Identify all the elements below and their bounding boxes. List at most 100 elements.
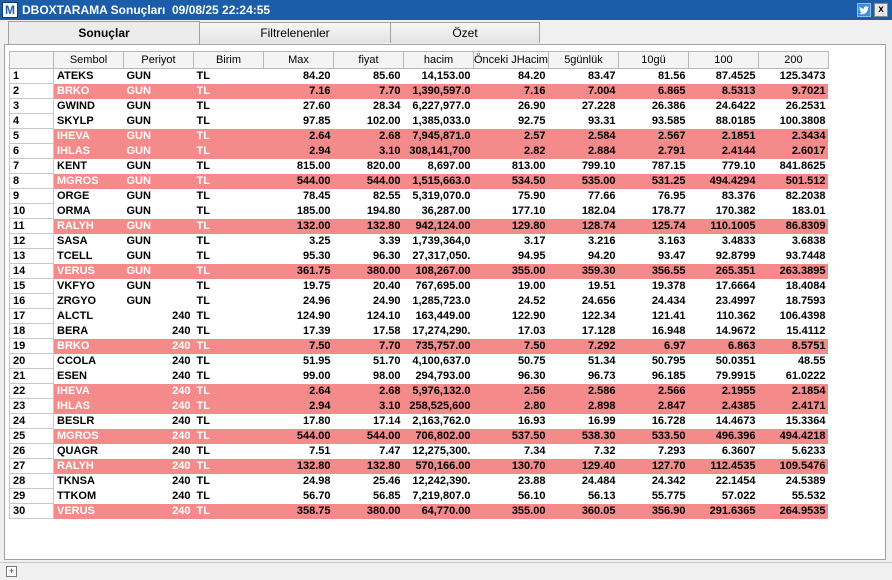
avg5-cell: 538.30 xyxy=(548,428,619,444)
volume-cell: 1,390,597.0 xyxy=(403,83,474,99)
column-header-fiyat[interactable]: fiyat xyxy=(333,51,404,69)
twitter-icon[interactable] xyxy=(857,3,871,17)
table-row[interactable]: 17 ALCTL 240 TL 124.90 124.10 163,449.00 122.90… xyxy=(9,308,829,324)
table-row[interactable]: 6 IHLAS GUN TL 2.94 3.10 308,141,700 2.82 2.884 2… xyxy=(9,143,829,159)
column-header-sembol[interactable]: Sembol xyxy=(53,51,124,69)
symbol-cell: MGROS xyxy=(53,428,124,444)
avg200-cell: 2.3434 xyxy=(758,128,829,144)
avg5-cell: 24.656 xyxy=(548,293,619,309)
table-row[interactable]: 14 VERUS GUN TL 361.75 380.00 108,267.00 355.00… xyxy=(9,263,829,279)
table-row[interactable]: 30 VERUS 240 TL 358.75 380.00 64,770.00 355.00 3… xyxy=(9,503,829,519)
max-cell: 815.00 xyxy=(263,158,334,174)
table-row[interactable]: 2 BRKO GUN TL 7.16 7.70 1,390,597.0 7.16 7.004 6.… xyxy=(9,83,829,99)
close-button[interactable]: x xyxy=(874,3,888,17)
tab-filtrelenenler[interactable]: Filtrelenenler xyxy=(199,22,391,43)
table-row[interactable]: 21 ESEN 240 TL 99.00 98.00 294,793.00 96.30 96.7… xyxy=(9,368,829,384)
table-row[interactable]: 15 VKFYO GUN TL 19.75 20.40 767,695.00 19.00 19.… xyxy=(9,278,829,294)
table-row[interactable]: 28 TKNSA 240 TL 24.98 25.46 12,242,390. 23.88 24… xyxy=(9,473,829,489)
column-header-200[interactable]: 200 xyxy=(757,51,829,69)
avg200-cell: 3.6838 xyxy=(758,233,829,249)
prev-volume-cell: 2.80 xyxy=(473,398,549,414)
table-row[interactable]: 13 TCELL GUN TL 95.30 96.30 27,317,050. 94.95 94… xyxy=(9,248,829,264)
symbol-cell: BRKO xyxy=(53,338,124,354)
avg5-cell: 799.10 xyxy=(548,158,619,174)
table-row[interactable]: 12 SASA GUN TL 3.25 3.39 1,739,364,0 3.17 3.216 3… xyxy=(9,233,829,249)
avg5-cell: 77.66 xyxy=(548,188,619,204)
unit-cell: TL xyxy=(193,443,264,459)
avg10-cell: 7.293 xyxy=(618,443,689,459)
column-header-birim[interactable]: Birim xyxy=(193,51,264,69)
expand-icon[interactable]: + xyxy=(6,566,17,577)
row-index: 25 xyxy=(9,428,54,444)
avg5-cell: 17.128 xyxy=(548,323,619,339)
table-row[interactable]: 18 BERA 240 TL 17.39 17.58 17,274,290. 17.03 17.… xyxy=(9,323,829,339)
table-row[interactable]: 22 IHEVA 240 TL 2.64 2.68 5,976,132.0 2.56 2.586… xyxy=(9,383,829,399)
row-index: 24 xyxy=(9,413,54,429)
table-row[interactable]: 4 SKYLP GUN TL 97.85 102.00 1,385,033.0 92.75 93… xyxy=(9,113,829,129)
unit-cell: TL xyxy=(193,173,264,189)
avg5-cell: 16.99 xyxy=(548,413,619,429)
column-header-5gunluk[interactable]: 5günlük xyxy=(547,51,619,69)
prev-volume-cell: 92.75 xyxy=(473,113,549,129)
table-row[interactable]: 3 GWIND GUN TL 27.60 28.34 6,227,977.0 26.90 27.… xyxy=(9,98,829,114)
table-row[interactable]: 1 ATEKS GUN TL 84.20 85.60 14,153.00 84.20 83.47… xyxy=(9,68,829,84)
column-header-onceki-hacim[interactable]: Önceki JHacim xyxy=(473,51,549,69)
max-cell: 2.94 xyxy=(263,398,334,414)
table-row[interactable]: 10 ORMA GUN TL 185.00 194.80 36,287.00 177.10 18… xyxy=(9,203,829,219)
table-row[interactable]: 25 MGROS 240 TL 544.00 544.00 706,802.00 537.50… xyxy=(9,428,829,444)
table-row[interactable]: 19 BRKO 240 TL 7.50 7.70 735,757.00 7.50 7.292 6.… xyxy=(9,338,829,354)
row-index: 17 xyxy=(9,308,54,324)
symbol-cell: ALCTL xyxy=(53,308,124,324)
unit-cell: TL xyxy=(193,338,264,354)
table-row[interactable]: 8 MGROS GUN TL 544.00 544.00 1,515,663.0 534.50… xyxy=(9,173,829,189)
period-cell: 240 xyxy=(123,353,194,369)
table-row[interactable]: 5 IHEVA GUN TL 2.64 2.68 7,945,871.0 2.57 2.584 2… xyxy=(9,128,829,144)
symbol-cell: IHEVA xyxy=(53,128,124,144)
max-cell: 132.80 xyxy=(263,458,334,474)
table-row[interactable]: 23 IHLAS 240 TL 2.94 3.10 258,525,600 2.80 2.898… xyxy=(9,398,829,414)
table-row[interactable]: 20 CCOLA 240 TL 51.95 51.70 4,100,637.0 50.75 51… xyxy=(9,353,829,369)
prev-volume-cell: 813.00 xyxy=(473,158,549,174)
max-cell: 99.00 xyxy=(263,368,334,384)
max-cell: 2.64 xyxy=(263,383,334,399)
avg10-cell: 2.567 xyxy=(618,128,689,144)
prev-volume-cell: 56.10 xyxy=(473,488,549,504)
column-header-hacim[interactable]: hacim xyxy=(403,51,474,69)
table-row[interactable]: 9 ORGE GUN TL 78.45 82.55 5,319,070.0 75.90 77.6… xyxy=(9,188,829,204)
table-row[interactable]: 11 RALYH GUN TL 132.00 132.80 942,124.00 129.80… xyxy=(9,218,829,234)
table-row[interactable]: 26 QUAGR 240 TL 7.51 7.47 12,275,300. 7.34 7.32 7… xyxy=(9,443,829,459)
unit-cell: TL xyxy=(193,263,264,279)
row-index: 3 xyxy=(9,98,54,114)
avg100-cell: 2.1851 xyxy=(688,128,759,144)
avg200-cell: 24.5389 xyxy=(758,473,829,489)
avg100-cell: 265.351 xyxy=(688,263,759,279)
volume-cell: 1,385,033.0 xyxy=(403,113,474,129)
avg10-cell: 6.97 xyxy=(618,338,689,354)
table-row[interactable]: 29 TTKOM 240 TL 56.70 56.85 7,219,807.0 56.10 56… xyxy=(9,488,829,504)
column-header-100[interactable]: 100 xyxy=(687,51,759,69)
table-row[interactable]: 27 RALYH 240 TL 132.80 132.80 570,166.00 130.70… xyxy=(9,458,829,474)
table-row[interactable]: 7 KENT GUN TL 815.00 820.00 8,697.00 813.00 799.… xyxy=(9,158,829,174)
tab-ozet[interactable]: Özet xyxy=(390,22,540,43)
tab-sonuclar[interactable]: Sonuçlar xyxy=(8,21,200,44)
column-header-10gu[interactable]: 10gü xyxy=(617,51,689,69)
symbol-cell: ATEKS xyxy=(53,68,124,84)
table-row[interactable]: 24 BESLR 240 TL 17.80 17.14 2,163,762.0 16.93 16… xyxy=(9,413,829,429)
table-row[interactable]: 16 ZRGYO GUN TL 24.96 24.90 1,285,723.0 24.52 24… xyxy=(9,293,829,309)
volume-cell: 4,100,637.0 xyxy=(403,353,474,369)
column-header-index[interactable] xyxy=(9,51,54,69)
volume-cell: 294,793.00 xyxy=(403,368,474,384)
avg200-cell: 48.55 xyxy=(758,353,829,369)
price-cell: 17.58 xyxy=(333,323,404,339)
column-header-max[interactable]: Max xyxy=(263,51,334,69)
avg10-cell: 93.47 xyxy=(618,248,689,264)
period-cell: GUN xyxy=(123,83,194,99)
period-cell: 240 xyxy=(123,503,194,519)
column-header-periyot[interactable]: Periyot xyxy=(123,51,194,69)
volume-cell: 2,163,762.0 xyxy=(403,413,474,429)
unit-cell: TL xyxy=(193,278,264,294)
avg100-cell: 6.3607 xyxy=(688,443,759,459)
price-cell: 2.68 xyxy=(333,128,404,144)
avg5-cell: 19.51 xyxy=(548,278,619,294)
avg5-cell: 2.898 xyxy=(548,398,619,414)
